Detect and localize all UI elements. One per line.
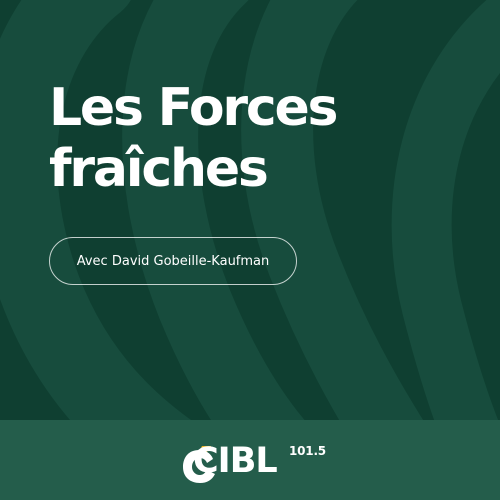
- host-pill: Avec David Gobeille-Kaufman: [49, 237, 297, 285]
- title-line-2: fraîches: [49, 139, 269, 199]
- title-line-1: Les Forces: [49, 78, 338, 138]
- logo-wordmark: CIBL: [193, 441, 278, 481]
- podcast-cover: Les Forces fraîches Avec David Gobeille-…: [0, 0, 500, 500]
- logo-frequency: 101.5: [289, 444, 326, 458]
- podcast-title: Les Forces fraîches: [49, 78, 338, 200]
